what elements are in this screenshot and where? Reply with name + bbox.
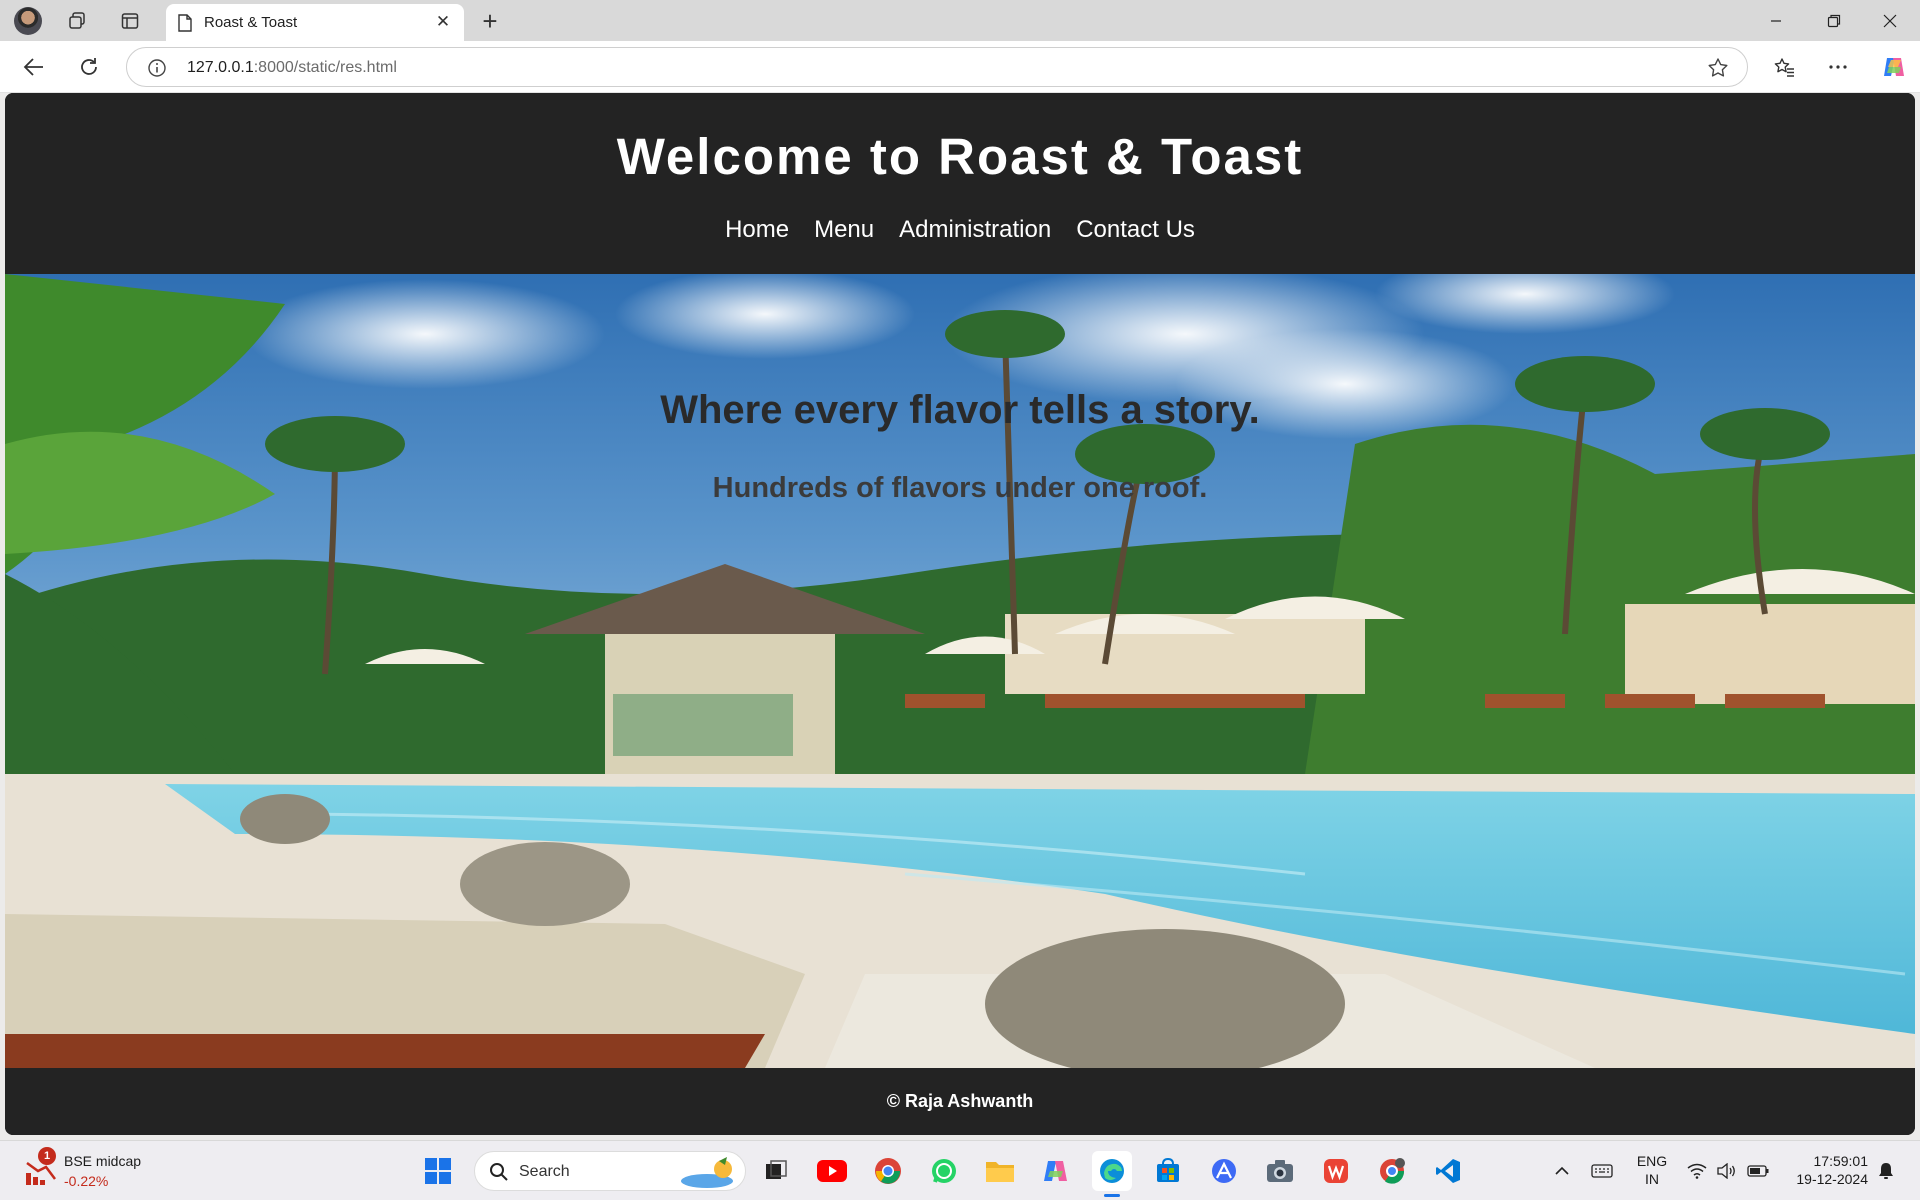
wifi-icon (1687, 1163, 1707, 1179)
notification-badge: 1 (38, 1147, 56, 1165)
url-text[interactable]: 127.0.0.1:8000/static/res.html (187, 59, 397, 77)
a-logo-icon (1212, 1159, 1236, 1183)
task-view-icon (766, 1160, 787, 1179)
tab-title: Roast & Toast (204, 14, 298, 31)
speaker-icon (1717, 1163, 1735, 1179)
battery-tray[interactable] (1744, 1151, 1772, 1191)
keyboard-icon (1591, 1164, 1613, 1178)
chrome-profile-icon (1380, 1158, 1405, 1184)
clock-time: 17:59:01 (1813, 1153, 1869, 1169)
search-highlight-icon (681, 1157, 733, 1188)
folder-icon (986, 1162, 1014, 1182)
widget-title: BSE midcap (64, 1153, 142, 1169)
more-options-icon[interactable] (1822, 51, 1854, 83)
taskbar-youtube[interactable] (812, 1151, 852, 1191)
hero-heading: Where every flavor tells a story. (660, 388, 1260, 432)
task-view-button[interactable] (756, 1151, 796, 1191)
refresh-icon[interactable] (73, 51, 105, 83)
nav-menu[interactable]: Menu (814, 216, 874, 244)
taskbar-vscode[interactable] (1428, 1151, 1468, 1191)
vertical-tabs-icon[interactable] (117, 8, 143, 34)
start-button[interactable] (418, 1151, 458, 1191)
keyboard-tray[interactable] (1588, 1151, 1616, 1191)
camera-icon (1267, 1160, 1293, 1182)
wps-icon (1324, 1159, 1348, 1183)
address-bar[interactable]: 127.0.0.1:8000/static/res.html (126, 47, 1748, 87)
hero-subheading: Hundreds of flavors under one roof. (712, 472, 1208, 504)
widget-value: -0.22% (64, 1173, 109, 1189)
chevron-up-icon (1555, 1166, 1569, 1175)
taskbar: 1 BSE midcap -0.22% Search ENG IN 17:59:… (0, 1140, 1920, 1200)
taskbar-chrome-profile[interactable] (1372, 1151, 1412, 1191)
taskbar-file-explorer[interactable] (980, 1151, 1020, 1191)
windows-start-icon (425, 1158, 451, 1184)
region-code: IN (1645, 1171, 1659, 1187)
taskbar-app-a[interactable] (1204, 1151, 1244, 1191)
vscode-icon (1436, 1159, 1460, 1183)
notifications-button[interactable] (1874, 1151, 1898, 1191)
taskbar-whatsapp[interactable] (924, 1151, 964, 1191)
hero-section: Where every flavor tells a story. Hundre… (5, 274, 1915, 1068)
edge-icon (1100, 1159, 1124, 1183)
nav-home[interactable]: Home (725, 216, 789, 244)
close-window-button[interactable] (1868, 6, 1912, 36)
youtube-icon (817, 1160, 847, 1182)
taskbar-camera[interactable] (1260, 1151, 1300, 1191)
site-header: Welcome to Roast & Toast Home Menu Admin… (5, 93, 1915, 274)
site-footer: © Raja Ashwanth (5, 1068, 1915, 1135)
taskbar-copilot[interactable] (1036, 1151, 1076, 1191)
footer-copyright: © Raja Ashwanth (886, 1091, 1034, 1111)
site-title: Welcome to Roast & Toast (616, 128, 1304, 185)
wifi-tray[interactable] (1684, 1151, 1710, 1191)
close-tab-icon[interactable]: ✕ (432, 11, 454, 33)
system-clock[interactable]: 17:59:01 19-12-2024 (1780, 1152, 1868, 1188)
clock-date: 19-12-2024 (1796, 1171, 1868, 1187)
browser-toolbar: 127.0.0.1:8000/static/res.html (0, 41, 1920, 93)
favorites-icon[interactable] (1768, 51, 1800, 83)
page-icon (178, 14, 192, 37)
volume-tray[interactable] (1714, 1151, 1740, 1191)
search-icon (490, 1163, 508, 1181)
whatsapp-icon (932, 1159, 956, 1183)
store-icon (1157, 1158, 1179, 1182)
active-app-indicator (1104, 1194, 1120, 1197)
language-code: ENG (1636, 1153, 1668, 1169)
taskbar-search[interactable]: Search (474, 1151, 746, 1191)
nav-contact-us[interactable]: Contact Us (1076, 216, 1195, 244)
page-viewport: Welcome to Roast & Toast Home Menu Admin… (5, 93, 1915, 1135)
stock-widget[interactable]: 1 BSE midcap -0.22% (24, 1147, 194, 1193)
search-label: Search (519, 1163, 570, 1180)
battery-icon (1747, 1165, 1769, 1177)
nav-administration[interactable]: Administration (899, 216, 1051, 244)
back-arrow-icon[interactable] (18, 51, 50, 83)
minimize-button[interactable] (1754, 6, 1798, 36)
site-nav: Home Menu Administration Contact Us (5, 216, 1915, 244)
show-hidden-icons[interactable] (1550, 1151, 1574, 1191)
favorite-star-icon[interactable] (1707, 57, 1729, 84)
copilot-icon[interactable] (1878, 51, 1910, 83)
bell-icon (1879, 1163, 1893, 1179)
tab-roast-toast[interactable]: Roast & Toast ✕ (166, 4, 464, 41)
workspaces-icon[interactable] (64, 8, 90, 34)
new-tab-button[interactable]: + (476, 6, 504, 36)
copilot-app-icon (1044, 1161, 1067, 1181)
taskbar-wps-office[interactable] (1316, 1151, 1356, 1191)
taskbar-chrome[interactable] (868, 1151, 908, 1191)
chrome-icon (875, 1158, 901, 1184)
language-indicator[interactable]: ENG IN (1632, 1152, 1672, 1188)
taskbar-edge[interactable] (1092, 1151, 1132, 1197)
browser-tab-strip: Roast & Toast ✕ + (0, 0, 1920, 41)
site-info-icon[interactable] (147, 58, 167, 83)
taskbar-store[interactable] (1148, 1151, 1188, 1191)
restore-button[interactable] (1812, 6, 1856, 36)
profile-avatar[interactable] (14, 7, 42, 35)
